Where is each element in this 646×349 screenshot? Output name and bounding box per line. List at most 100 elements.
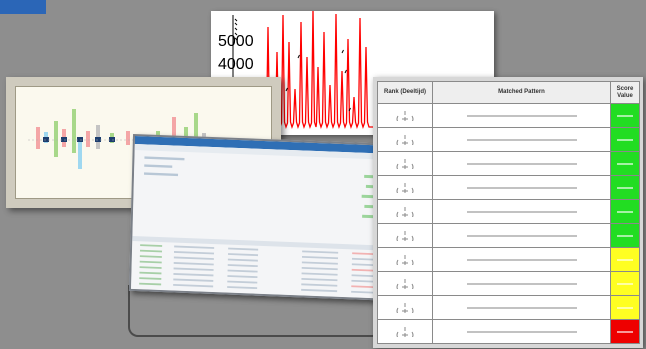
ranked-pattern-table-card[interactable]: Rank (Deeltijd) Matched Pattern Score Va… (373, 77, 643, 348)
pattern-cell (432, 103, 611, 128)
dashboard-row-cell (301, 277, 338, 282)
table-row[interactable] (377, 127, 640, 152)
dashboard-row-cell (173, 273, 214, 277)
rank-symbol-icon (396, 159, 414, 169)
table-body (377, 103, 640, 344)
dashboard-row-cell (139, 282, 162, 286)
median-marker (77, 137, 83, 142)
dashboard-row-cell (351, 279, 374, 283)
score-text-placeholder (617, 282, 633, 285)
dashboard-row-cell (351, 274, 374, 278)
pattern-text-placeholder (466, 234, 577, 237)
score-text-placeholder (617, 186, 633, 189)
rank-symbol-icon (396, 231, 414, 241)
pattern-text-placeholder (466, 306, 577, 309)
score-cell (610, 271, 640, 296)
dashboard-row-cell (302, 250, 339, 254)
dashboard-row-cell (301, 266, 338, 271)
dashboard-row-cell (351, 285, 374, 288)
dashboard-row-cell (351, 257, 375, 261)
dashboard-row-cell (139, 260, 162, 264)
pattern-text-placeholder (466, 330, 577, 333)
dashboard-row-cell (301, 288, 338, 293)
rank-cell (377, 151, 433, 176)
rank-symbol-icon (396, 207, 414, 217)
rank-cell (377, 319, 433, 344)
pattern-text-placeholder (466, 138, 577, 141)
dashboard-row-cell (352, 252, 375, 256)
table-row[interactable] (377, 295, 640, 320)
table-row[interactable] (377, 199, 640, 224)
dashboard-row-cell (173, 267, 214, 271)
score-text-placeholder (617, 330, 633, 333)
dashboard-screenshot-card[interactable] (128, 133, 400, 302)
axis-scribble (234, 22, 238, 26)
dashboard-row-cell (173, 278, 214, 282)
score-text-placeholder (617, 162, 633, 165)
median-marker (43, 137, 49, 142)
dashboard-row-cell (140, 244, 163, 247)
median-marker (61, 137, 67, 142)
rank-symbol-icon (396, 279, 414, 289)
rank-cell (377, 103, 433, 128)
peak-marker (285, 87, 288, 92)
score-text-placeholder (617, 114, 633, 117)
range-bar (126, 131, 130, 145)
score-cell (610, 151, 640, 176)
range-bar (194, 113, 198, 139)
score-text-placeholder (617, 210, 633, 213)
table-row[interactable] (377, 151, 640, 176)
rank-symbol-icon (396, 111, 414, 121)
dashboard-row-cell (301, 255, 339, 260)
table-row[interactable] (377, 223, 640, 248)
dashboard-row-cell (139, 255, 162, 258)
table-row[interactable] (377, 271, 640, 296)
dashboard-row-cell (139, 277, 162, 280)
rank-column-header[interactable]: Rank (Deeltijd) (377, 81, 433, 104)
rank-symbol-icon (396, 327, 414, 337)
score-cell (610, 103, 640, 128)
pattern-cell (432, 151, 611, 176)
pattern-column-header[interactable]: Matched Pattern (432, 81, 611, 104)
dashboard-row-cell (227, 275, 258, 279)
range-bar (54, 121, 58, 157)
pattern-cell (432, 175, 611, 200)
pattern-cell (432, 223, 611, 248)
pattern-cell (432, 319, 611, 344)
rank-symbol-icon (396, 183, 414, 193)
table-row[interactable] (377, 319, 640, 344)
table-row[interactable] (377, 175, 640, 200)
pattern-cell (432, 295, 611, 320)
dashboard-table-header (132, 235, 395, 252)
dashboard-row-cell (174, 245, 215, 249)
rank-cell (377, 247, 433, 272)
pattern-text-placeholder (466, 114, 577, 117)
score-column-header[interactable]: Score Value (610, 81, 640, 104)
dashboard-body (130, 144, 397, 299)
dashboard-row-cell (139, 271, 162, 275)
rank-cell (377, 127, 433, 152)
pattern-cell (432, 271, 611, 296)
rank-cell (377, 175, 433, 200)
range-bar (72, 109, 76, 153)
pattern-text-placeholder (466, 258, 577, 261)
y-tick-label: 4000 (218, 56, 254, 73)
dashboard-row-cell (227, 253, 259, 257)
score-text-placeholder (617, 138, 633, 141)
table-row[interactable] (377, 247, 640, 272)
peak-marker (341, 49, 344, 54)
dashboard-text-line (143, 172, 179, 177)
axis-scribble (234, 18, 238, 22)
dashboard-content (132, 144, 397, 294)
dashboard-row-cell (227, 286, 258, 290)
score-text-placeholder (617, 306, 633, 309)
table-row[interactable] (377, 103, 640, 128)
y-tick-label: 5000 (218, 33, 254, 50)
dashboard-row-cell (139, 266, 162, 269)
rank-symbol-icon (396, 135, 414, 145)
pattern-cell (432, 199, 611, 224)
rank-cell (377, 271, 433, 296)
pattern-cell (432, 127, 611, 152)
dashboard-text-line (144, 164, 173, 168)
pattern-text-placeholder (466, 186, 577, 189)
